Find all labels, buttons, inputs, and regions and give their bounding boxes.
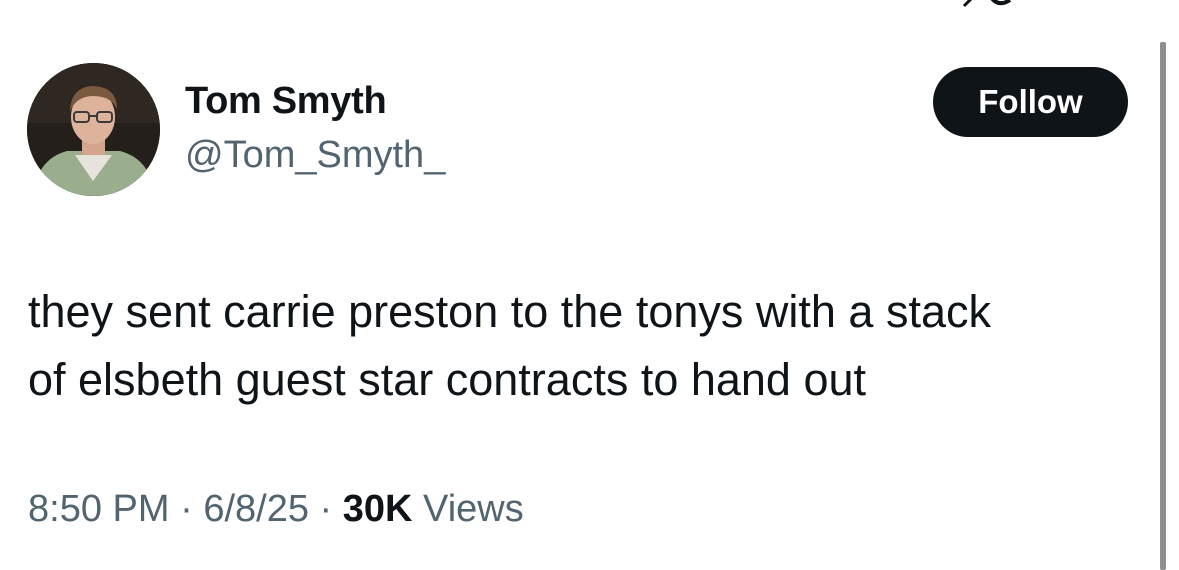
tweet-date[interactable]: 6/8/25 <box>203 488 309 530</box>
scrollbar[interactable] <box>1160 42 1166 570</box>
profile-photo-icon <box>27 63 160 196</box>
cropped-icon <box>962 0 1012 8</box>
avatar[interactable] <box>27 63 160 196</box>
tweet-time[interactable]: 8:50 PM <box>28 488 170 530</box>
meta-separator: · <box>319 488 333 530</box>
tweet-meta: 8:50 PM · 6/8/25 · 30K Views <box>28 488 524 531</box>
tweet-text: they sent carrie preston to the tonys wi… <box>28 278 1153 414</box>
meta-separator: · <box>180 488 193 530</box>
display-name[interactable]: Tom Smyth <box>185 80 387 123</box>
views-count: 30K <box>342 488 413 530</box>
follow-button[interactable]: Follow <box>933 67 1128 137</box>
user-handle[interactable]: @Tom_Smyth_ <box>185 134 445 177</box>
tweet-text-line: they sent carrie preston to the tonys wi… <box>28 286 991 337</box>
views-label: Views <box>423 488 524 530</box>
tweet-text-line: of elsbeth guest star contracts to hand … <box>28 354 867 405</box>
